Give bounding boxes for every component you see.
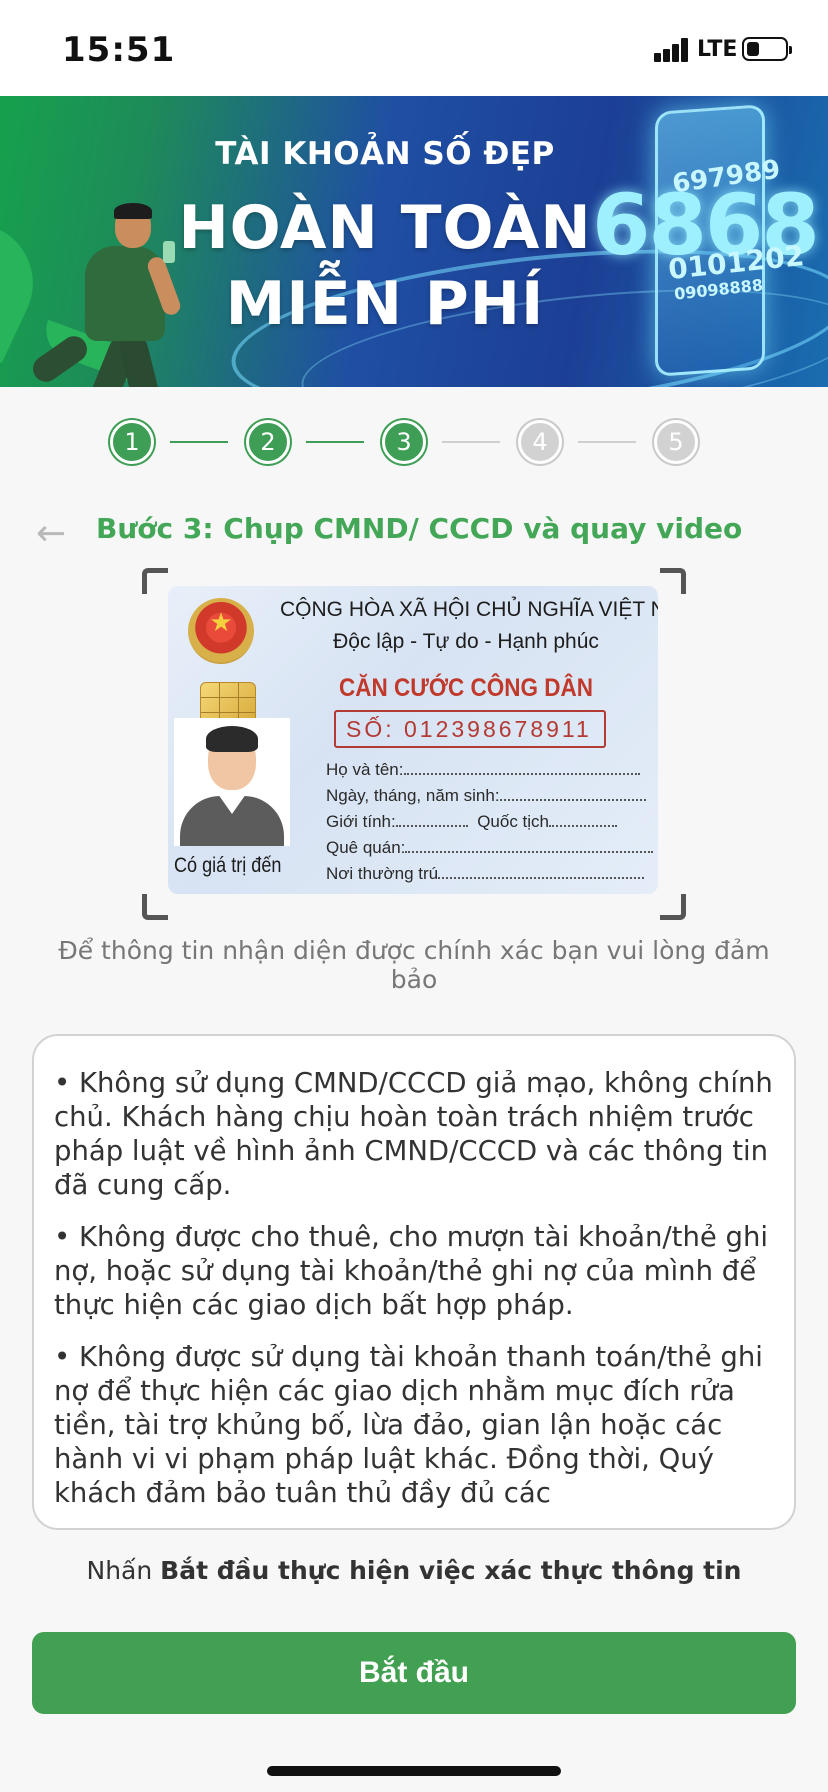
step-4: 4 [518,420,562,464]
step-5: 5 [654,420,698,464]
step-connector [170,441,228,443]
page-title: Bước 3: Chụp CMND/ CCCD và quay video [96,512,743,545]
banner-title: HOÀN TOÀN MIỄN PHÍ [150,190,620,342]
frame-corner [660,568,686,594]
id-card-frame: Có giá trị đến CỘNG HÒA XÃ HỘI CHỦ NGHĨA… [142,568,686,920]
network-label: LTE [697,37,738,62]
id-card-sample: Có giá trị đến CỘNG HÒA XÃ HỘI CHỦ NGHĨA… [168,586,658,894]
card-motto: Độc lập - Tự do - Hạnh phúc [333,630,599,653]
terms-notice-content: • Không sử dụng CMND/CCCD giả mạo, không… [54,1066,784,1528]
portrait-photo [174,718,290,846]
card-field-dob: Ngày, tháng, năm sinh: [326,786,646,806]
start-instruction: Nhấn Bắt đầu thực hiện việc xác thực thô… [86,1556,742,1585]
battery-icon [742,37,792,61]
step-connector [306,441,364,443]
start-button[interactable]: Bắt đầu [32,1632,796,1714]
card-field-gender: Giới tính: Quốc tịch [326,812,617,832]
notice-item: • Không được sử dụng tài khoản thanh toá… [54,1341,763,1509]
step-1: 1 [110,420,154,464]
status-time: 15:51 [62,30,176,70]
banner-title-line1: HOÀN TOÀN [178,193,592,263]
step-connector [442,441,500,443]
notice-item: • Không sử dụng CMND/CCCD giả mạo, không… [54,1067,773,1201]
card-field-hometown: Quê quán: [326,838,654,858]
promo-banner[interactable]: TÀI KHOẢN SỐ ĐẸP HOÀN TOÀN MIỄN PHÍ 6868… [0,96,828,387]
valid-until-label: Có giá trị đến [174,854,282,877]
card-nation: CỘNG HÒA XÃ HỘI CHỦ NGHĨA VIỆT NAM [280,598,658,621]
frame-corner [142,568,168,594]
national-emblem-icon [188,598,254,664]
instruction-caption: Để thông tin nhận diện được chính xác bạ… [58,936,770,994]
step-2: 2 [246,420,290,464]
frame-corner [142,894,168,920]
terms-notice-box[interactable]: • Không sử dụng CMND/CCCD giả mạo, không… [32,1034,796,1530]
banner-subtitle: TÀI KHOẢN SỐ ĐẸP [215,136,555,172]
back-arrow-icon[interactable]: ← [36,516,76,552]
step-connector [578,441,636,443]
card-number: SỐ: 012398678911 [334,710,606,748]
status-bar: 15:51 LTE [0,0,828,96]
banner-title-line2: MIỄN PHÍ [225,269,545,339]
notice-item: • Không được cho thuê, cho mượn tài khoả… [54,1221,769,1321]
card-field-name: Họ và tên: [326,760,640,780]
signal-icon [654,38,690,62]
card-title: CĂN CƯỚC CÔNG DÂN [338,674,594,702]
step-3: 3 [382,420,426,464]
frame-corner [660,894,686,920]
card-field-residence: Nơi thường trú [326,864,645,884]
home-indicator [267,1766,561,1776]
progress-stepper: 1 2 3 4 5 [110,420,700,466]
